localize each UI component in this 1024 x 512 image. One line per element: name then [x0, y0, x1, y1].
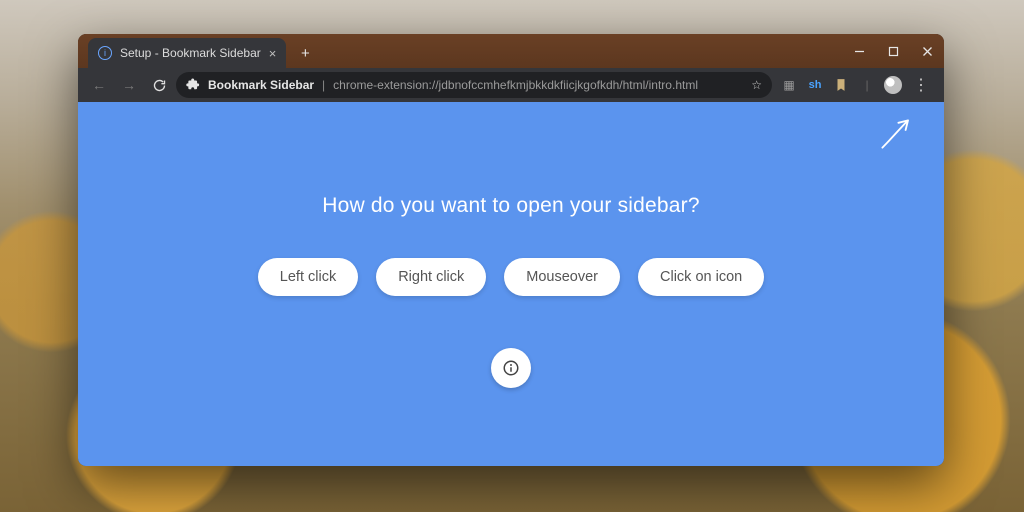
extension-puzzle-icon [186, 77, 200, 94]
browser-window: i Setup - Bookmark Sidebar × + ← → [78, 34, 944, 466]
extension-setup-page: How do you want to open your sidebar? Le… [78, 102, 944, 466]
option-click-on-icon[interactable]: Click on icon [638, 258, 764, 296]
nav-reload-button[interactable] [146, 72, 172, 98]
toolbar-extension-icons: ▦ sh | ⋮ [776, 75, 936, 95]
browser-menu-button[interactable]: ⋮ [910, 75, 932, 95]
tab-title: Setup - Bookmark Sidebar [120, 46, 261, 60]
option-mouseover[interactable]: Mouseover [504, 258, 620, 296]
extension-icon[interactable]: ▦ [780, 76, 798, 94]
tab-close-icon[interactable]: × [269, 46, 277, 61]
address-bar[interactable]: Bookmark Sidebar | chrome-extension://jd… [176, 72, 772, 98]
pointer-arrow-icon [876, 114, 916, 154]
window-close-button[interactable] [910, 34, 944, 68]
option-label: Click on icon [660, 269, 742, 285]
window-maximize-button[interactable] [876, 34, 910, 68]
option-label: Right click [398, 269, 464, 285]
window-minimize-button[interactable] [842, 34, 876, 68]
window-titlebar: i Setup - Bookmark Sidebar × + [78, 34, 944, 68]
tab-favicon-icon: i [98, 46, 112, 60]
open-method-options: Left click Right click Mouseover Click o… [258, 258, 764, 296]
extension-icon[interactable]: sh [806, 76, 824, 94]
omnibox-separator: | [322, 78, 325, 92]
browser-toolbar: ← → Bookmark Sidebar | chrome-extension:… [78, 68, 944, 102]
setup-heading: How do you want to open your sidebar? [322, 194, 699, 218]
option-label: Left click [280, 269, 336, 285]
nav-forward-button[interactable]: → [116, 72, 142, 98]
window-controls [842, 34, 944, 68]
omnibox-extension-name: Bookmark Sidebar [208, 78, 314, 92]
info-button[interactable] [491, 348, 531, 388]
desktop-wallpaper: i Setup - Bookmark Sidebar × + ← → [0, 0, 1024, 512]
browser-tab[interactable]: i Setup - Bookmark Sidebar × [88, 38, 286, 68]
new-tab-button[interactable]: + [292, 40, 318, 66]
bookmark-sidebar-extension-icon[interactable] [832, 76, 850, 94]
profile-avatar-icon[interactable] [884, 76, 902, 94]
nav-back-button[interactable]: ← [86, 72, 112, 98]
toolbar-separator: | [858, 76, 876, 94]
option-left-click[interactable]: Left click [258, 258, 358, 296]
option-right-click[interactable]: Right click [376, 258, 486, 296]
omnibox-url: chrome-extension://jdbnofccmhefkmjbkkdkf… [333, 78, 698, 92]
bookmark-star-icon[interactable]: ☆ [751, 78, 762, 92]
option-label: Mouseover [526, 269, 598, 285]
